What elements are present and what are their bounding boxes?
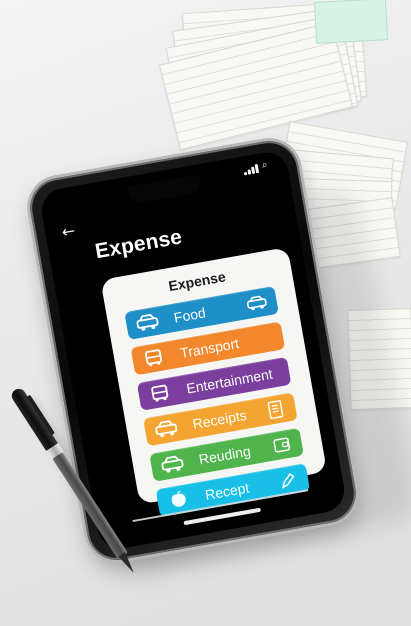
- back-arrow-icon[interactable]: ←: [60, 221, 77, 242]
- receipt-stack-top: [158, 0, 389, 151]
- bus-icon: [145, 381, 174, 405]
- car-icon: [152, 417, 181, 441]
- expense-app-photo-scene: ⌕ ← Expense Expense Food Transport Enter…: [0, 0, 411, 626]
- page-title: Expense: [93, 225, 184, 264]
- car-icon: [243, 291, 270, 315]
- pen-cap: [9, 386, 59, 453]
- search-icon[interactable]: ⌕: [261, 159, 273, 171]
- mint-receipt: [313, 0, 389, 44]
- expense-card: Expense Food Transport Entertainment Rec…: [100, 247, 328, 518]
- car-icon: [133, 310, 162, 334]
- status-bar: ⌕: [56, 159, 273, 211]
- category-label: Transport: [178, 335, 241, 362]
- bus-icon: [139, 346, 168, 370]
- pen-icon: [274, 469, 301, 493]
- category-label: Reuding: [197, 442, 252, 468]
- category-label: Receipts: [191, 406, 248, 433]
- wallet-icon: [268, 433, 295, 457]
- category-label: Entertainment: [185, 365, 274, 397]
- apple-icon: [164, 488, 193, 512]
- car-icon: [158, 452, 187, 476]
- receipt-icon: [262, 398, 289, 422]
- category-label: Food: [172, 304, 207, 326]
